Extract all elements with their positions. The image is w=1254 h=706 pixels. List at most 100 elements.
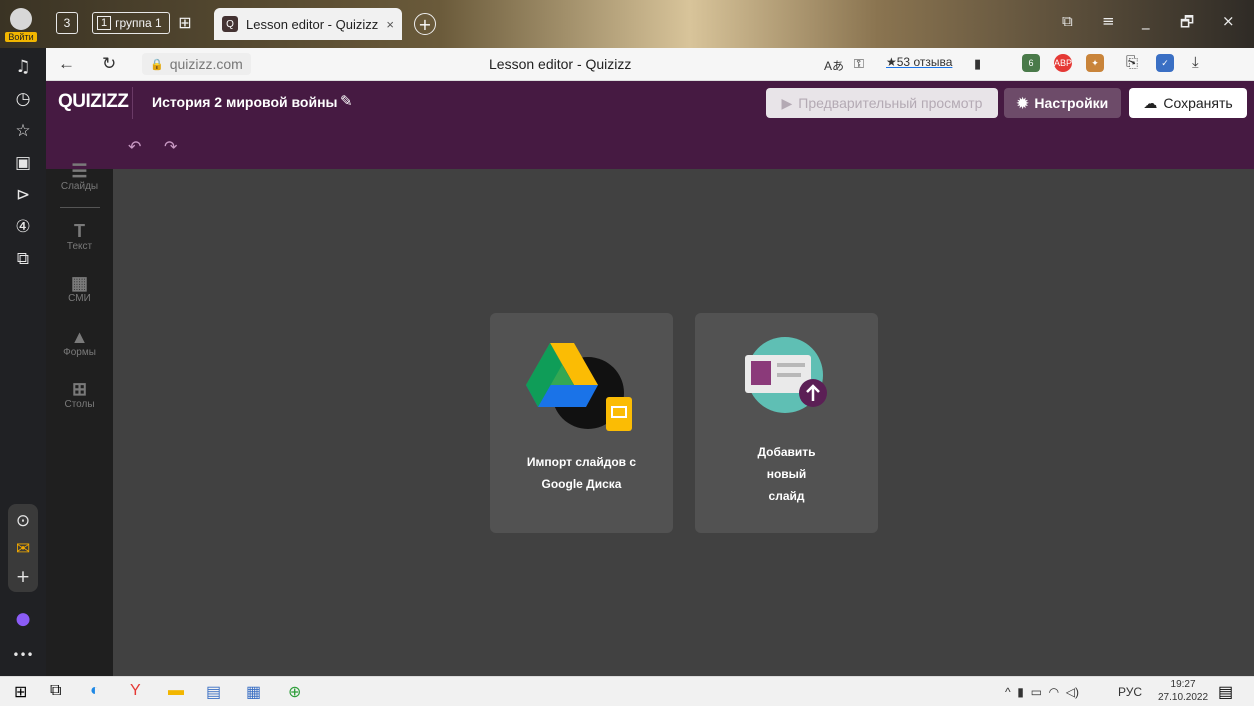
add-icon[interactable]: + (12, 566, 34, 588)
new-group-icon[interactable]: ⊞ (172, 12, 198, 34)
slides-icon: ☰ (71, 161, 88, 181)
word-icon[interactable]: ▤ (206, 682, 221, 702)
toolbar-divider (60, 207, 100, 208)
system-tray-icons[interactable]: ^ ▮ ▭ ◠ ◁) (1005, 685, 1079, 699)
editor-canvas: Импорт слайдов с Google Диска Добавить н… (113, 169, 1254, 676)
play-icon[interactable]: ⊳ (12, 184, 34, 206)
tool-shapes-label: Формы (63, 347, 96, 358)
bell-icon[interactable]: ♫ (12, 56, 34, 78)
address-bar: ← ↻ 🔒 quizizz.com Lesson editor - Quiziz… (46, 48, 1254, 81)
star-icon[interactable]: ☆ (12, 120, 34, 142)
file-explorer-icon[interactable]: ▬ (168, 682, 184, 700)
restore-icon[interactable]: 🗗 (1180, 12, 1194, 37)
task-view-icon[interactable]: ⧉ (50, 682, 61, 700)
lock-icon: 🔒 (150, 58, 164, 71)
tool-media-label: СМИ (68, 293, 91, 304)
gear-icon: ✹ (1016, 94, 1029, 111)
save-button[interactable]: ☁ Сохранять (1129, 88, 1247, 118)
browser-sidebar: ♫ ◷ ☆ ▣ ⊳ ④ ⧉ ⊙ ✉ + ● ••• (0, 48, 46, 676)
import-google-drive-card[interactable]: Импорт слайдов с Google Диска (490, 313, 673, 533)
cloud-icon: ☁ (1143, 94, 1158, 111)
more-icon[interactable]: ••• (12, 644, 34, 666)
undo-icon[interactable]: ↶ (128, 137, 141, 156)
page-title: Lesson editor - Quizizz (489, 56, 632, 72)
tool-slides[interactable]: ☰ Слайды (46, 161, 113, 193)
close-window-icon[interactable]: × (1222, 12, 1235, 30)
avatar-icon (10, 8, 32, 30)
tabs-count-icon[interactable]: ④ (12, 216, 34, 238)
undo-redo-bar: ↶ ↷ (46, 125, 1254, 169)
adblock-icon[interactable]: ABP (1054, 54, 1072, 72)
windows-start-icon[interactable]: ⊞ (14, 682, 27, 702)
yandex-browser-icon[interactable]: Y (130, 682, 141, 700)
translate-icon[interactable]: Aあ (824, 57, 844, 74)
quizizz-favicon-icon: Q (222, 16, 238, 32)
tab-group-count: 1 (97, 16, 112, 30)
app-icon[interactable]: ⊕ (288, 682, 301, 702)
tab-counter-button[interactable]: 3 (56, 12, 78, 34)
login-button[interactable]: Войти (5, 6, 37, 44)
tool-tables-label: Столы (64, 399, 95, 410)
password-icon[interactable]: ⚿ (854, 56, 864, 72)
add-new-slide-card[interactable]: Добавить новый слайд (695, 313, 878, 533)
redo-icon[interactable]: ↷ (164, 137, 177, 156)
reload-icon[interactable]: ↻ (102, 54, 116, 74)
quizizz-logo[interactable]: QUIZIZZ (58, 91, 129, 113)
browser-tab-bar: Войти 3 1 группа 1 ⊞ Q Lesson editor - Q… (0, 0, 1254, 48)
tool-tables[interactable]: ⊞ Столы (46, 379, 113, 411)
google-drive-slides-icon (526, 343, 632, 431)
collections-icon[interactable]: ⧉ (1062, 12, 1073, 30)
media-icon: ▦ (70, 273, 88, 293)
lesson-title[interactable]: История 2 мировой войны (152, 94, 338, 110)
minimize-icon[interactable]: _ (1142, 12, 1150, 30)
tab-counter-label: 3 (63, 16, 71, 30)
table-icon: ⊞ (71, 379, 88, 399)
clock-date: 27.10.2022 (1158, 692, 1209, 703)
close-tab-icon[interactable]: × (386, 17, 394, 32)
image-viewer-icon[interactable]: ▦ (246, 682, 261, 702)
menu-icon[interactable]: ≡ (1102, 12, 1115, 30)
ext-shield-icon[interactable]: 6 (1022, 54, 1040, 72)
import-card-line1: Импорт слайдов с (526, 455, 637, 469)
edge-icon[interactable]: ◐ (90, 682, 100, 700)
settings-label: Настройки (1034, 95, 1109, 111)
new-tab-button[interactable]: + (414, 13, 436, 35)
extension-icon[interactable]: ✦ (1086, 54, 1104, 72)
preview-button[interactable]: ▶ Предварительный просмотр (766, 88, 998, 118)
save-label: Сохранять (1163, 95, 1233, 111)
url-text: quizizz.com (169, 56, 243, 72)
clock-time: 19:27 (1170, 679, 1196, 690)
screen: Войти 3 1 группа 1 ⊞ Q Lesson editor - Q… (0, 0, 1254, 706)
tool-media[interactable]: ▦ СМИ (46, 273, 113, 305)
ext-check-icon[interactable]: ✓ (1156, 54, 1174, 72)
tool-slides-label: Слайды (60, 181, 99, 192)
notification-icon[interactable]: ▤ (1218, 682, 1233, 702)
tab-group-chip[interactable]: 1 группа 1 (92, 12, 170, 34)
reader-icon[interactable]: ⎘ (1126, 54, 1138, 71)
mail-icon[interactable]: ✉ (12, 538, 34, 560)
new-slide-line1: Добавить (757, 445, 816, 459)
language-indicator[interactable]: РУС (1118, 685, 1142, 699)
new-slide-line2: новый (766, 467, 807, 481)
preview-label: Предварительный просмотр (798, 95, 983, 111)
record-icon[interactable]: ⊙ (12, 510, 34, 532)
tool-text-label: Текст (66, 241, 93, 252)
tab-lesson-editor[interactable]: Q Lesson editor - Quizizz × (214, 8, 402, 40)
settings-button[interactable]: ✹ Настройки (1004, 88, 1121, 118)
screenshot-icon[interactable]: ⧉ (12, 248, 34, 270)
alice-icon[interactable]: ● (12, 608, 34, 630)
edit-title-icon[interactable]: ✎ (340, 92, 353, 110)
back-icon[interactable]: ← (58, 54, 75, 74)
tool-shapes[interactable]: ▲ Формы (46, 327, 113, 359)
url-field[interactable]: 🔒 quizizz.com (142, 53, 251, 75)
header-divider (132, 87, 133, 119)
reviews-link[interactable]: ★53 отзыва (886, 55, 952, 69)
history-icon[interactable]: ◷ (12, 88, 34, 110)
collections-icon[interactable]: ▣ (12, 152, 34, 174)
clock[interactable]: 19:27 27.10.2022 (1158, 678, 1208, 704)
download-icon[interactable]: ⤓ (1192, 54, 1199, 71)
text-icon: T (74, 221, 85, 241)
shapes-icon: ▲ (70, 327, 89, 347)
tool-text[interactable]: T Текст (46, 221, 113, 253)
bookmark-icon[interactable]: ▮ (974, 56, 981, 72)
